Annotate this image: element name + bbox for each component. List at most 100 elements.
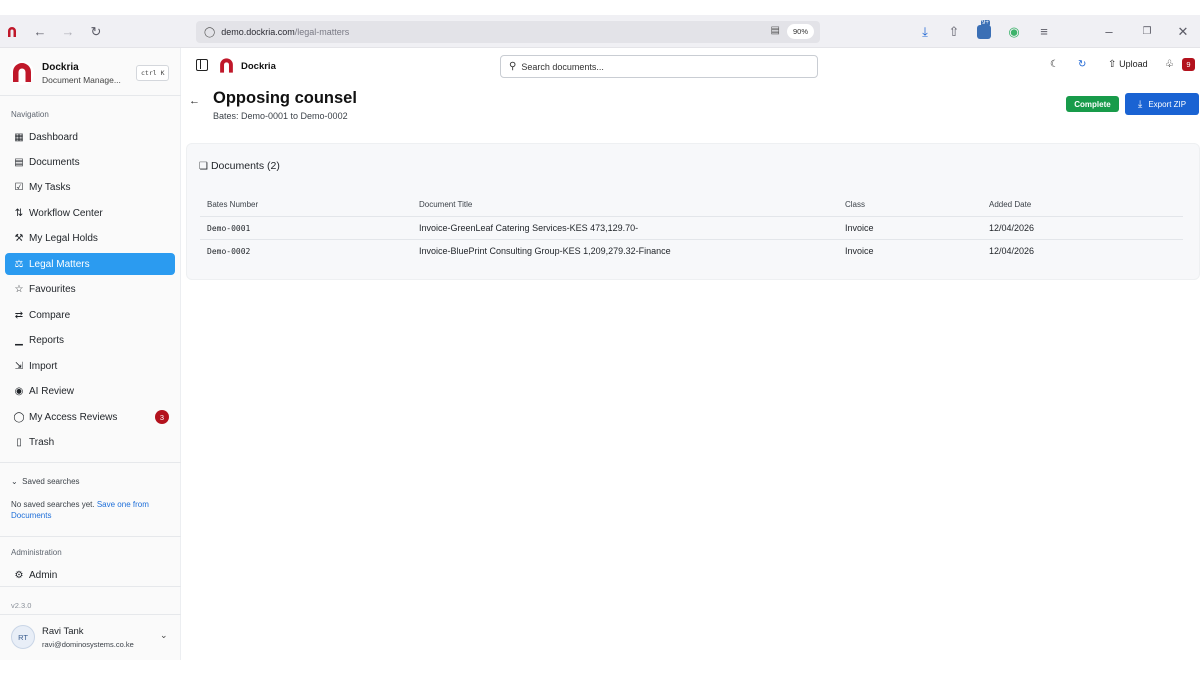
minimize-icon[interactable]: – bbox=[1100, 15, 1118, 48]
sidebar-item-legal-matters[interactable]: ⚖ Legal Matters bbox=[5, 253, 175, 275]
avatar[interactable]: RT bbox=[11, 625, 35, 649]
sidebar-item-reports[interactable]: ▁ Reports bbox=[5, 329, 175, 351]
chart-icon: ▁ bbox=[15, 334, 23, 346]
back-nav-icon[interactable]: ← bbox=[30, 15, 50, 48]
workflow-icon: ⇅ bbox=[14, 207, 24, 219]
address-bar[interactable]: ◯ demo.dockria.com/legal-matters ▤ 90% bbox=[196, 21, 820, 43]
sync-icon[interactable]: ↻ bbox=[1078, 59, 1086, 70]
search-input[interactable]: ⚲ Search documents... bbox=[500, 55, 818, 78]
hamburger-menu-icon[interactable]: ≡ bbox=[1035, 15, 1053, 48]
user-name: Ravi Tank bbox=[42, 626, 84, 637]
divider bbox=[0, 536, 181, 537]
sidebar-item-documents[interactable]: ▤ Documents bbox=[5, 151, 175, 173]
sidebar-item-favourites[interactable]: ☆ Favourites bbox=[5, 278, 175, 300]
sidebar-item-my-legal-holds[interactable]: ⚒ My Legal Holds bbox=[5, 227, 175, 249]
row-divider bbox=[200, 239, 1183, 240]
table-cell-class: Invoice bbox=[845, 246, 874, 256]
export-zip-button[interactable]: ⤓ Export ZIP bbox=[1125, 93, 1199, 115]
brand-name: Dockria bbox=[42, 62, 79, 73]
export-zip-label: Export ZIP bbox=[1148, 99, 1187, 109]
download-icon: ⤓ bbox=[1137, 98, 1143, 110]
restore-icon[interactable]: ❐ bbox=[1138, 15, 1156, 48]
sidebar-item-label: Documents bbox=[29, 156, 80, 168]
firefox-menu-icon[interactable] bbox=[4, 15, 20, 48]
divider bbox=[0, 614, 181, 615]
saved-empty-text: No saved searches yet. bbox=[11, 500, 95, 509]
column-header-class[interactable]: Class bbox=[845, 200, 865, 209]
url-path: /legal-matters bbox=[294, 27, 350, 37]
sidebar-item-label: My Legal Holds bbox=[29, 232, 98, 244]
star-icon: ☆ bbox=[14, 283, 24, 295]
table-cell-bates[interactable]: Demo-0001 bbox=[207, 224, 250, 233]
sidebar-item-label: AI Review bbox=[29, 385, 75, 397]
sidebar-item-dashboard[interactable]: ▦ Dashboard bbox=[5, 126, 175, 148]
extension-icon[interactable]: 9+ bbox=[974, 15, 994, 48]
reader-view-icon[interactable]: ▤ bbox=[771, 25, 780, 36]
table-cell-date: 12/04/2026 bbox=[989, 223, 1035, 233]
sidebar-item-label: Favourites bbox=[29, 283, 76, 295]
admin-section-label: Administration bbox=[11, 548, 62, 557]
sidebar-item-admin[interactable]: ⚙ Admin bbox=[5, 564, 175, 586]
chevron-down-icon[interactable]: ⌄ bbox=[160, 630, 168, 641]
sidebar-item-label: Dashboard bbox=[29, 131, 78, 143]
app-header: Dockria ⚲ Search documents... ☾ ↻ ⇧ Uplo… bbox=[181, 48, 1200, 86]
sidebar-item-label: My Access Reviews bbox=[29, 411, 118, 423]
brand[interactable]: Dockria Document Manage... ctrl K bbox=[10, 60, 170, 88]
sidebar-item-workflow-center[interactable]: ⇅ Workflow Center bbox=[5, 202, 175, 224]
forward-nav-icon[interactable]: → bbox=[58, 15, 78, 48]
sidebar-item-ai-review[interactable]: ◉ AI Review bbox=[5, 380, 175, 402]
sidebar-item-import[interactable]: ⇲ Import bbox=[5, 355, 175, 377]
bell-icon[interactable]: ♧ bbox=[1165, 59, 1174, 70]
browser-toolbar: ← → ↻ ◯ demo.dockria.com/legal-matters ▤… bbox=[0, 15, 1200, 48]
column-header-bates[interactable]: Bates Number bbox=[207, 200, 258, 209]
theme-toggle-icon[interactable]: ☾ bbox=[1050, 59, 1059, 70]
shield-icon: ◯ bbox=[13, 411, 25, 423]
sidebar-item-label: Compare bbox=[29, 309, 71, 321]
sidebar-item-label: Workflow Center bbox=[29, 207, 103, 219]
nav-section-label: Navigation bbox=[11, 110, 49, 119]
documents-heading: ❏ Documents (2) bbox=[199, 160, 280, 172]
sidebar-item-compare[interactable]: ⇄ Compare bbox=[5, 304, 175, 326]
sidebar: Dockria Document Manage... ctrl K Naviga… bbox=[0, 48, 181, 660]
brand-logo-icon bbox=[10, 61, 34, 85]
extension-badge: 9+ bbox=[981, 20, 990, 26]
zoom-level[interactable]: 90% bbox=[786, 24, 814, 39]
shield-extension-icon[interactable]: ◉ bbox=[1005, 15, 1023, 48]
divider bbox=[0, 95, 181, 96]
ai-icon: ◉ bbox=[14, 385, 24, 397]
share-icon[interactable]: ⇧ bbox=[945, 15, 963, 48]
reload-icon[interactable]: ↻ bbox=[86, 15, 106, 48]
gear-icon: ⚙ bbox=[14, 569, 24, 581]
command-shortcut[interactable]: ctrl K bbox=[136, 65, 170, 81]
chevron-down-icon: ⌄ bbox=[11, 477, 18, 486]
tasks-icon: ☑ bbox=[14, 181, 24, 193]
column-header-added-date[interactable]: Added Date bbox=[989, 200, 1031, 209]
shield-icon: ◯ bbox=[204, 26, 216, 38]
table-cell-title[interactable]: Invoice-GreenLeaf Catering Services-KES … bbox=[419, 223, 638, 233]
upload-button[interactable]: ⇧ Upload bbox=[1108, 59, 1148, 70]
column-header-title[interactable]: Document Title bbox=[419, 200, 472, 209]
sidebar-item-label: Trash bbox=[29, 436, 55, 448]
sidebar-item-my-access-reviews[interactable]: ◯ My Access Reviews 3 bbox=[5, 406, 175, 428]
header-app-name: Dockria bbox=[241, 61, 276, 72]
sidebar-item-label: Legal Matters bbox=[29, 258, 90, 270]
close-icon[interactable]: ✕ bbox=[1174, 15, 1192, 48]
trash-icon: ▯ bbox=[16, 436, 22, 448]
saved-searches-toggle[interactable]: ⌄ Saved searches bbox=[11, 477, 80, 486]
sidebar-item-trash[interactable]: ▯ Trash bbox=[5, 431, 175, 453]
compare-icon: ⇄ bbox=[14, 309, 24, 321]
divider bbox=[0, 586, 181, 587]
table-cell-bates[interactable]: Demo-0002 bbox=[207, 247, 250, 256]
sidebar-toggle-icon[interactable] bbox=[196, 59, 208, 71]
version-label: v2.3.0 bbox=[11, 601, 32, 610]
page-title: Opposing counsel bbox=[213, 89, 357, 107]
back-arrow-icon[interactable]: ← bbox=[189, 95, 200, 107]
brand-logo-icon bbox=[220, 58, 233, 73]
page-subtitle: Bates: Demo-0001 to Demo-0002 bbox=[213, 111, 348, 121]
table-cell-title[interactable]: Invoice-BluePrint Consulting Group-KES 1… bbox=[419, 246, 671, 256]
search-icon: ⚲ bbox=[509, 61, 517, 72]
downloads-icon[interactable]: ⤓ bbox=[916, 15, 934, 48]
sidebar-item-my-tasks[interactable]: ☑ My Tasks bbox=[5, 176, 175, 198]
complete-button[interactable]: Complete bbox=[1066, 96, 1119, 112]
upload-icon: ⇧ bbox=[1108, 59, 1117, 70]
